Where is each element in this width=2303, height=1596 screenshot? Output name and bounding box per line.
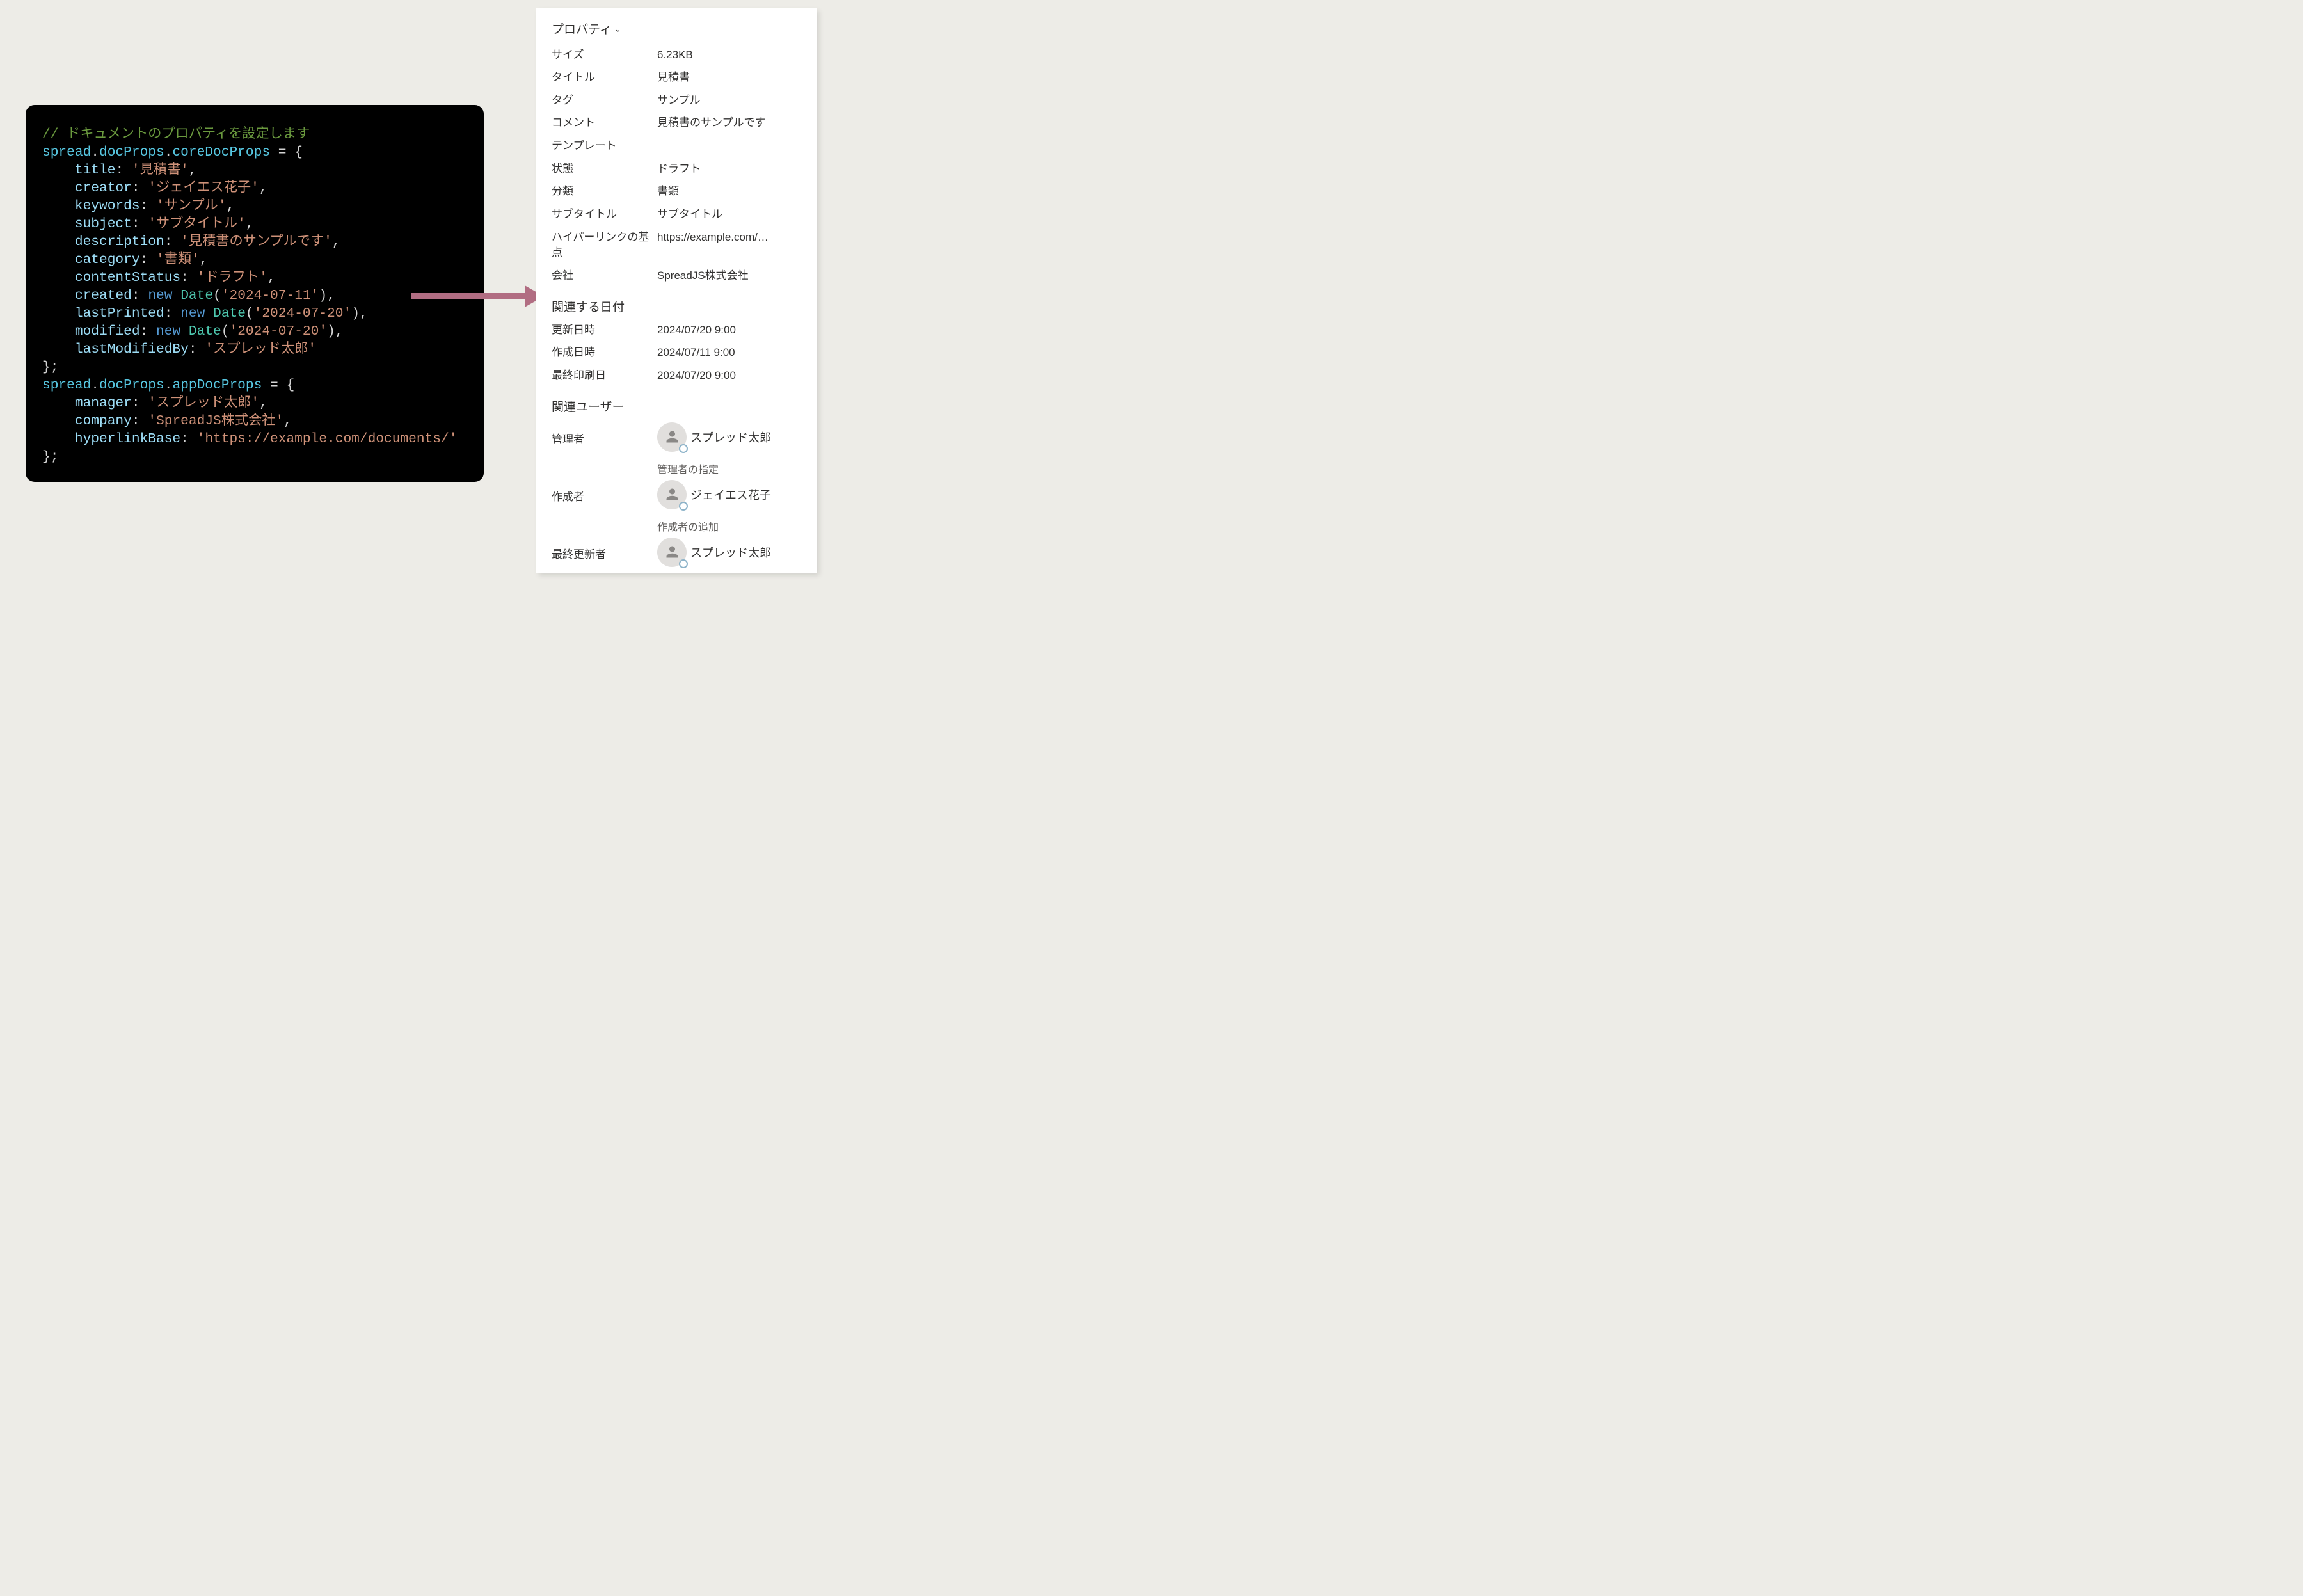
prop-category[interactable]: 分類書類 xyxy=(552,180,801,203)
avatar xyxy=(657,422,687,452)
person-icon xyxy=(664,543,681,561)
users-section-header: 関連ユーザー xyxy=(552,397,801,415)
date-last-printed: 最終印刷日2024/07/20 9:00 xyxy=(552,364,801,387)
date-created: 作成日時2024/07/11 9:00 xyxy=(552,342,801,365)
user-creator-name: ジェイエス花子 xyxy=(690,486,771,503)
user-lastmod-name: スプレッド太郎 xyxy=(690,544,771,561)
date-modified: 更新日時2024/07/20 9:00 xyxy=(552,319,801,342)
prop-company[interactable]: 会社SpreadJS株式会社 xyxy=(552,264,801,287)
dates-section-header: 関連する日付 xyxy=(552,298,801,315)
assign-manager-link[interactable]: 管理者の指定 xyxy=(657,461,801,476)
prop-comment[interactable]: コメント見積書のサンプルです xyxy=(552,112,801,135)
presence-indicator xyxy=(679,444,688,453)
prop-template: テンプレート xyxy=(552,135,801,158)
prop-size: サイズ6.23KB xyxy=(552,44,801,67)
presence-indicator xyxy=(679,502,688,511)
user-manager: 管理者 スプレッド太郎 管理者の指定 xyxy=(552,419,801,476)
person-icon xyxy=(664,486,681,503)
arrow-right xyxy=(411,287,545,306)
prop-status[interactable]: 状態ドラフト xyxy=(552,157,801,180)
prop-tag[interactable]: タグサンプル xyxy=(552,89,801,112)
properties-dropdown[interactable]: プロパティ ⌄ xyxy=(552,20,801,37)
user-last-modified-by: 最終更新者 スプレッド太郎 xyxy=(552,534,801,567)
person-icon xyxy=(664,428,681,445)
user-creator: 作成者 ジェイエス花子 作成者の追加 xyxy=(552,476,801,534)
prop-subtitle[interactable]: サブタイトルサブタイトル xyxy=(552,203,801,226)
chevron-down-icon: ⌄ xyxy=(614,24,621,35)
user-manager-name: スプレッド太郎 xyxy=(690,429,771,445)
avatar xyxy=(657,538,687,567)
panel-header-label: プロパティ xyxy=(552,20,612,37)
avatar xyxy=(657,480,687,509)
prop-hyperlink-base[interactable]: ハイパーリンクの基点https://example.com/… xyxy=(552,226,801,264)
presence-indicator xyxy=(679,559,688,568)
prop-title[interactable]: タイトル見積書 xyxy=(552,67,801,90)
properties-panel: プロパティ ⌄ サイズ6.23KB タイトル見積書 タグサンプル コメント見積書… xyxy=(536,8,817,573)
code-comment: // ドキュメントのプロパティを設定します xyxy=(42,127,310,142)
add-creator-link[interactable]: 作成者の追加 xyxy=(657,518,801,534)
